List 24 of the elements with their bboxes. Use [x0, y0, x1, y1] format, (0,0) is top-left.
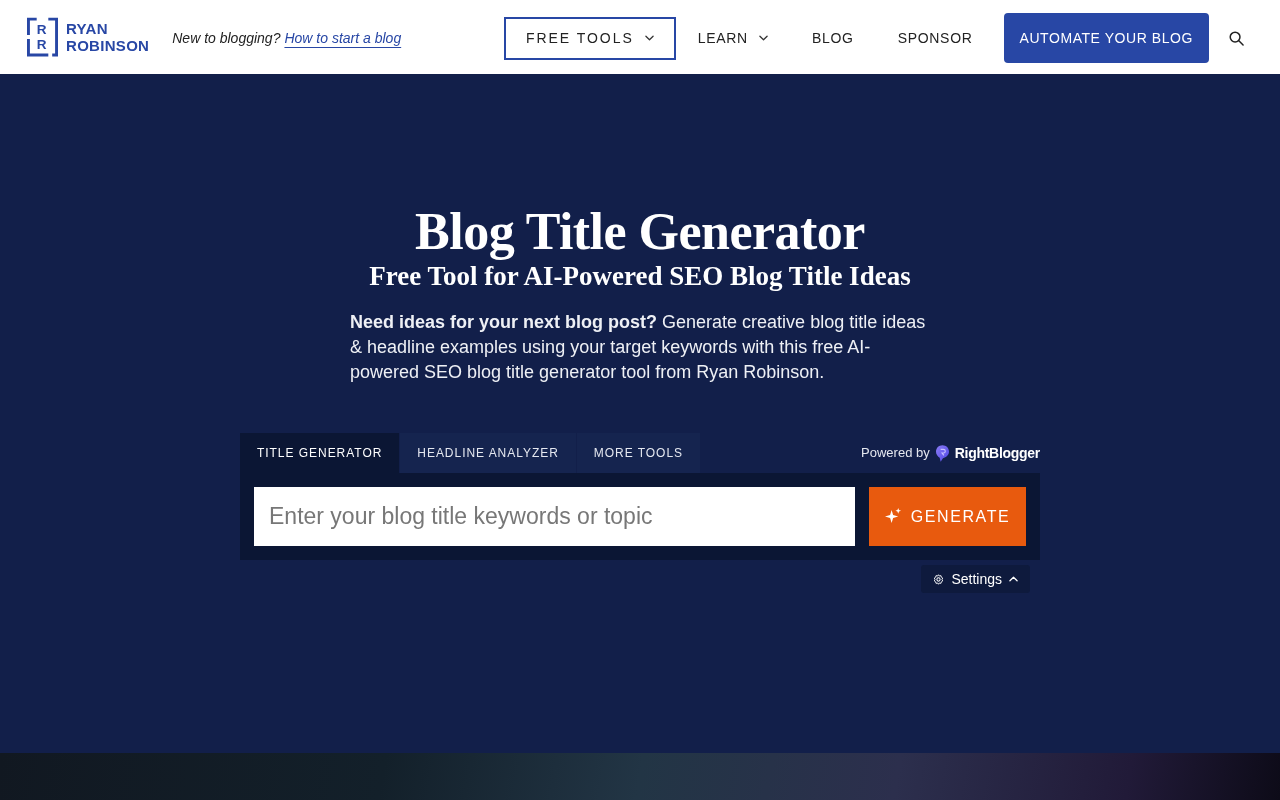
- tool-tab[interactable]: TITLE GENERATOR: [240, 433, 400, 473]
- brand-pin-icon: [935, 444, 949, 462]
- page-subtitle: Free Tool for AI-Powered SEO Blog Title Ideas: [368, 260, 912, 292]
- start-blog-link[interactable]: How to start a blog: [284, 27, 402, 49]
- tool-tab[interactable]: MORE TOOLS: [576, 433, 700, 473]
- nav-item[interactable]: FREE TOOLS: [503, 16, 676, 60]
- brand-name: RightBlogger: [954, 443, 1040, 463]
- nav-item[interactable]: BLOG: [789, 16, 876, 60]
- tagline-text: New to blogging?: [172, 28, 281, 48]
- sparkle-icon: [884, 508, 902, 525]
- search-icon[interactable]: [1229, 30, 1244, 46]
- nav-item[interactable]: LEARN: [675, 16, 790, 60]
- keyword-input[interactable]: Enter your blog title keywords or topic: [254, 487, 855, 546]
- powered-by-text: Powered by: [861, 444, 930, 463]
- logo-text: RYAN: [66, 20, 109, 37]
- automate-blog-button[interactable]: AUTOMATE YOUR BLOG: [1003, 13, 1209, 63]
- tool-tab[interactable]: HEADLINE ANALYZER: [400, 433, 576, 473]
- generate-button[interactable]: GENERATE: [869, 487, 1026, 546]
- gear-icon: [933, 573, 945, 585]
- logo-text: ROBINSON: [66, 37, 150, 54]
- page-title: Blog Title Generator: [414, 202, 866, 262]
- settings-button[interactable]: Settings: [921, 565, 1030, 593]
- intro-paragraph: Need ideas for your next blog post? Generate creative blog title ideas & headline examples using your target keywords with this free AI-powered SEO blog title generator tool from Ryan Robinson.: [350, 311, 927, 384]
- nav-item[interactable]: SPONSOR: [875, 16, 995, 60]
